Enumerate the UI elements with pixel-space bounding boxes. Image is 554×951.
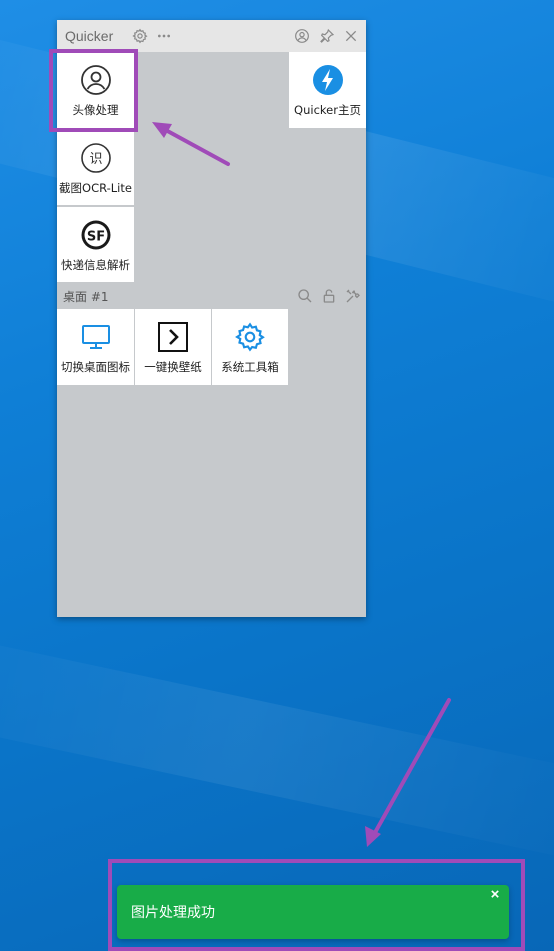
sf-express-icon: SF	[80, 219, 112, 251]
action-tile-ocr[interactable]: 识 截图OCR-Lite	[57, 130, 134, 205]
chevron-right-box-icon	[157, 321, 189, 353]
toast-message: 图片处理成功	[131, 905, 215, 921]
tile-label: Quicker主页	[294, 103, 361, 117]
svg-text:SF: SF	[86, 230, 104, 245]
close-icon[interactable]: ×	[487, 887, 503, 903]
section-title: 桌面 #1	[63, 289, 109, 304]
desktop-section-header: 桌面 #1	[57, 284, 366, 308]
svg-text:识: 识	[89, 152, 102, 167]
success-toast: 图片处理成功 ×	[117, 885, 509, 939]
settings-gear-icon[interactable]	[131, 27, 149, 45]
action-tile-change-wallpaper[interactable]: 一键换壁纸	[135, 309, 211, 385]
title-bar[interactable]: Quicker	[57, 20, 366, 52]
action-tile-toggle-desktop-icons[interactable]: 切换桌面图标	[57, 309, 134, 385]
tile-label: 切换桌面图标	[61, 360, 130, 374]
highlight-box-avatar-tile	[49, 49, 138, 132]
ocr-recognize-icon: 识	[80, 142, 112, 174]
wallpaper-light-streak	[0, 620, 554, 867]
window-title: Quicker	[65, 28, 114, 44]
gear-icon	[234, 321, 266, 353]
monitor-icon	[80, 321, 112, 353]
more-options-icon[interactable]	[155, 27, 173, 45]
tile-label: 截图OCR-Lite	[59, 181, 132, 195]
arrowhead-icon	[365, 826, 381, 847]
tile-label: 快递信息解析	[61, 258, 130, 272]
search-icon[interactable]	[297, 288, 313, 304]
tools-icon[interactable]	[345, 288, 361, 304]
action-tile-system-toolbox[interactable]: 系统工具箱	[212, 309, 288, 385]
account-icon[interactable]	[293, 27, 311, 45]
tile-label: 一键换壁纸	[144, 360, 202, 374]
pin-icon[interactable]	[318, 27, 336, 45]
lightning-bolt-icon	[312, 64, 344, 96]
action-tile-express-parse[interactable]: SF 快递信息解析	[57, 207, 134, 282]
close-icon[interactable]	[342, 27, 360, 45]
tile-label: 系统工具箱	[221, 360, 279, 374]
unlock-icon[interactable]	[321, 288, 337, 304]
action-tile-quicker-home[interactable]: Quicker主页	[289, 52, 366, 128]
